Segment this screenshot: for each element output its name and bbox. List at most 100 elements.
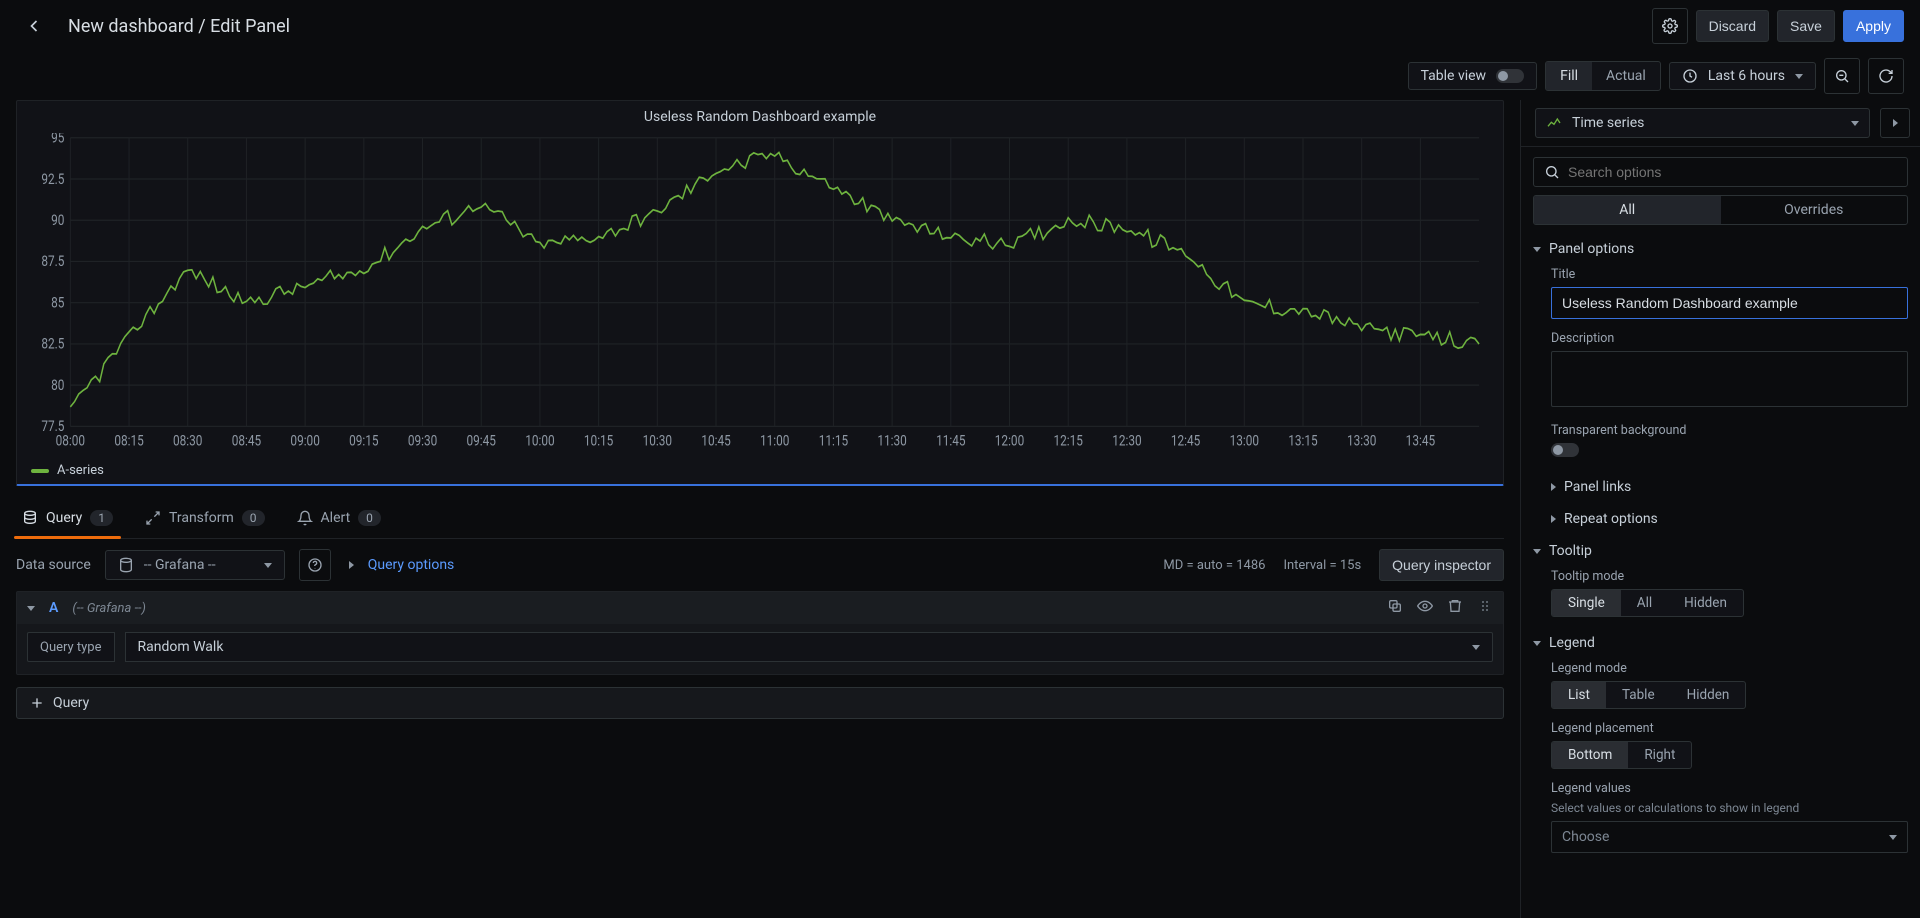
chevron-down-icon <box>1889 835 1897 840</box>
tab-transform-label: Transform <box>169 510 234 526</box>
svg-text:13:15: 13:15 <box>1288 433 1317 449</box>
chevron-right-icon <box>1893 119 1898 127</box>
legend-values-placeholder: Choose <box>1562 829 1609 845</box>
options-search[interactable] <box>1533 157 1908 187</box>
legend-values-label: Legend values <box>1551 781 1908 796</box>
visualization-picker[interactable]: Time series <box>1535 108 1870 138</box>
svg-text:12:30: 12:30 <box>1112 433 1141 449</box>
svg-text:80: 80 <box>51 378 64 394</box>
svg-text:09:15: 09:15 <box>349 433 378 449</box>
back-arrow-icon[interactable] <box>16 8 52 44</box>
side-tab-all[interactable]: All <box>1534 196 1721 224</box>
panel-description-field-label: Description <box>1551 331 1908 346</box>
svg-text:10:15: 10:15 <box>584 433 613 449</box>
data-source-value: -- Grafana -- <box>144 557 216 573</box>
query-type-value: Random Walk <box>138 639 224 655</box>
tooltip-mode-label: Tooltip mode <box>1551 569 1908 584</box>
section-panel-options-label: Panel options <box>1549 241 1634 257</box>
panel-title-input[interactable] <box>1551 287 1908 319</box>
panel-description-input[interactable] <box>1551 351 1908 407</box>
options-search-input[interactable] <box>1568 164 1897 180</box>
svg-text:11:15: 11:15 <box>819 433 848 449</box>
section-legend[interactable]: Legend <box>1533 625 1908 657</box>
svg-text:82.5: 82.5 <box>41 337 64 353</box>
legend-placement-right[interactable]: Right <box>1628 742 1691 768</box>
tooltip-mode-single[interactable]: Single <box>1552 590 1621 616</box>
query-interval-text: Interval = 15s <box>1283 558 1361 573</box>
legend-series-label: A-series <box>57 463 104 478</box>
table-view-toggle[interactable]: Table view <box>1408 62 1538 90</box>
tab-alert-badge: 0 <box>358 510 381 526</box>
legend-placement-bottom[interactable]: Bottom <box>1552 742 1628 768</box>
svg-text:12:45: 12:45 <box>1171 433 1200 449</box>
discard-button[interactable]: Discard <box>1696 10 1769 42</box>
chart-title: Useless Random Dashboard example <box>17 101 1503 129</box>
chevron-down-icon <box>1533 247 1541 252</box>
tooltip-mode-all[interactable]: All <box>1621 590 1668 616</box>
add-query-button[interactable]: Query <box>16 687 1504 719</box>
query-collapse-icon[interactable] <box>27 606 35 611</box>
query-md-text: MD = auto = 1486 <box>1163 558 1265 573</box>
side-tab-overrides[interactable]: Overrides <box>1721 196 1908 224</box>
apply-button[interactable]: Apply <box>1843 10 1904 42</box>
svg-text:13:30: 13:30 <box>1347 433 1376 449</box>
database-icon <box>22 510 38 526</box>
duplicate-query-icon[interactable] <box>1387 598 1403 618</box>
time-range-picker[interactable]: Last 6 hours <box>1669 62 1816 90</box>
section-legend-label: Legend <box>1549 635 1595 651</box>
chevron-right-icon <box>1551 515 1556 523</box>
chevron-right-icon <box>1551 483 1556 491</box>
settings-icon[interactable] <box>1652 8 1688 44</box>
visualization-name: Time series <box>1572 115 1644 131</box>
data-source-select[interactable]: -- Grafana -- <box>105 550 285 580</box>
chart-plot-area[interactable]: 77.58082.58587.59092.59508:0008:1508:300… <box>27 133 1485 455</box>
side-panel-collapse-icon[interactable] <box>1880 108 1910 138</box>
svg-text:09:45: 09:45 <box>467 433 496 449</box>
legend-values-select[interactable]: Choose <box>1551 821 1908 853</box>
tab-query-label: Query <box>46 510 82 526</box>
query-type-select[interactable]: Random Walk <box>125 632 1494 662</box>
query-options-link[interactable]: Query options <box>368 557 455 573</box>
svg-text:87.5: 87.5 <box>41 254 64 270</box>
chevron-down-icon <box>1533 641 1541 646</box>
legend-placement-label: Legend placement <box>1551 721 1908 736</box>
search-icon <box>1544 164 1560 180</box>
legend-mode-hidden[interactable]: Hidden <box>1671 682 1746 708</box>
section-panel-options[interactable]: Panel options <box>1533 231 1908 263</box>
legend-mode-list[interactable]: List <box>1552 682 1606 708</box>
drag-query-icon[interactable] <box>1477 598 1493 618</box>
clock-icon <box>1682 68 1698 84</box>
breadcrumb: New dashboard / Edit Panel <box>68 16 290 37</box>
chevron-down-icon <box>264 563 272 568</box>
section-repeat-options[interactable]: Repeat options <box>1533 501 1908 533</box>
delete-query-icon[interactable] <box>1447 598 1463 618</box>
tooltip-mode-hidden[interactable]: Hidden <box>1668 590 1743 616</box>
table-view-switch[interactable] <box>1496 69 1524 83</box>
fill-actual-toggle: Fill Actual <box>1545 61 1661 91</box>
actual-segment[interactable]: Actual <box>1592 62 1660 90</box>
bell-icon <box>297 510 313 526</box>
svg-text:90: 90 <box>51 213 64 229</box>
table-view-label: Table view <box>1421 68 1487 84</box>
fill-segment[interactable]: Fill <box>1546 62 1592 90</box>
svg-text:10:00: 10:00 <box>525 433 554 449</box>
svg-text:13:45: 13:45 <box>1406 433 1435 449</box>
datasource-help-icon[interactable] <box>299 549 331 581</box>
section-tooltip[interactable]: Tooltip <box>1533 533 1908 565</box>
timeseries-viz-icon <box>1546 115 1562 131</box>
zoom-out-icon[interactable] <box>1824 58 1860 94</box>
tab-transform[interactable]: Transform 0 <box>143 500 267 538</box>
time-range-label: Last 6 hours <box>1708 68 1785 84</box>
transparent-bg-switch[interactable] <box>1551 443 1579 457</box>
tab-alert[interactable]: Alert 0 <box>295 500 383 538</box>
svg-text:12:00: 12:00 <box>995 433 1024 449</box>
chart-panel: Useless Random Dashboard example 77.5808… <box>16 100 1504 486</box>
legend-mode-table[interactable]: Table <box>1606 682 1671 708</box>
query-inspector-button[interactable]: Query inspector <box>1379 549 1504 581</box>
save-button[interactable]: Save <box>1777 10 1835 42</box>
toggle-query-visibility-icon[interactable] <box>1417 598 1433 618</box>
query-row-datasource: (-- Grafana --) <box>72 601 146 616</box>
tab-query[interactable]: Query 1 <box>20 500 115 538</box>
section-panel-links[interactable]: Panel links <box>1533 469 1908 501</box>
refresh-icon[interactable] <box>1868 58 1904 94</box>
